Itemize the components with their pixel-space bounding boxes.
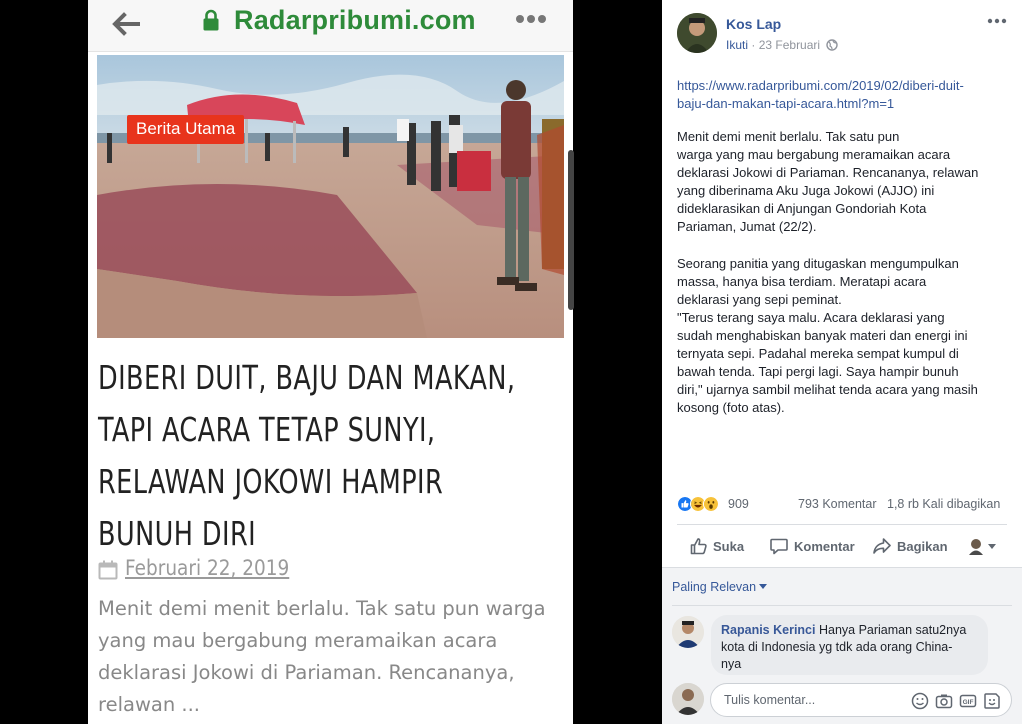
author-avatar[interactable] [677,13,717,53]
post-text-line: warga yang mau bergabung meramaikan acar… [677,147,951,162]
calendar-icon [98,560,118,580]
caret-down-icon [759,584,768,589]
post-text-line: yang diberinama Aku Juga Jokowi (AJJO) i… [677,183,935,198]
post-text-line: massa, hanya bisa terdiam. Meratapi acar… [677,274,927,289]
article-hero-image: Berita Utama [97,55,564,338]
post-text-line: kosong (foto atas). [677,400,785,415]
article-headline: DIBERI DUIT, BAJU DAN MAKAN, TAPI ACARA … [98,355,516,563]
post-text-line: deklarasi yang sepi peminat. [677,292,842,307]
site-name: Radarpribumi.com [234,5,476,35]
comment-input-placeholder: Tulis komentar... [724,693,816,707]
comment-input[interactable]: Tulis komentar... GIF [710,683,1012,717]
post-text-line: bawah tenda. Tapi pergi lagi. Saya hampi… [677,364,959,379]
gif-icon[interactable]: GIF [959,692,977,710]
comment-sort-dropdown[interactable]: Paling Relevan [672,580,768,594]
post-paragraph-2: Seorang panitia yang ditugaskan mengumpu… [677,255,1007,417]
excerpt-line: relawan ... [98,693,201,716]
post-text-line: Menit demi menit berlalu. Tak satu pun [677,129,900,144]
camera-icon[interactable] [935,692,953,710]
comment-sort-label: Paling Relevan [672,580,757,594]
commenter-avatar[interactable] [672,616,704,648]
post-text-line: sudah menghabiskan banyak materi dan ene… [677,328,968,343]
globe-icon [826,39,839,51]
comment-bubble: Rapanis Kerinci Hanya Pariaman satu2nya … [711,615,988,675]
article-excerpt: Menit demi menit berlalu. Tak satu pun w… [98,593,568,721]
reaction-actor-selector[interactable] [967,536,1003,558]
divider [677,524,1007,525]
post-text-line: dideklarasikan di Anjungan Gondoriah Kot… [677,201,927,216]
post-photo[interactable]: Radarpribumi.com Berita Utama DIBERI DUI… [88,0,573,724]
comment-label: Komentar [794,539,855,554]
headline-line: RELAWAN JOKOWI HAMPIR [98,462,444,501]
post-text-line: deklarasi Jokowi di Pariaman. Rencananya… [677,165,979,180]
post-text-line: diri," ujarnya sambil melihat tenda acar… [677,382,978,397]
meta-separator: · [751,38,759,52]
svg-text:GIF: GIF [963,699,974,706]
photo-viewer-gutter [574,0,662,724]
hero-photo [97,55,564,338]
like-label: Suka [713,539,745,554]
post-date[interactable]: 23 Februari [759,38,820,52]
share-icon [873,538,891,554]
wow-reaction-icon [703,496,719,512]
back-arrow-icon[interactable] [108,6,144,42]
headline-line: TAPI ACARA TETAP SUNYI, [98,410,436,449]
category-badge: Berita Utama [127,115,245,144]
post-link[interactable]: https://www.radarpribumi.com/2019/02/dib… [677,77,1007,113]
profile-switch-icon [969,539,996,555]
divider [672,605,1012,606]
share-count[interactable]: 1,8 rb Kali dibagikan [887,497,1000,511]
post-link-line[interactable]: https://www.radarpribumi.com/2019/02/dib… [677,77,1007,95]
post-text-line: ternyata sepi. Padahal mereka sempat kum… [677,346,959,361]
article-date[interactable]: Februari 22, 2019 [125,556,289,580]
comments-section: Paling Relevan Rapanis Kerinci Hanya Par… [662,567,1022,724]
post-text-line: "Terus terang saya malu. Acara deklarasi… [677,310,945,325]
post-text-line: Pariaman, Jumat (22/2). [677,219,817,234]
comment-icon [770,538,788,555]
post-text-line: Seorang panitia yang ditugaskan mengumpu… [677,256,959,271]
emoji-icon[interactable] [911,692,929,710]
sticker-icon[interactable] [983,692,1001,710]
comment-count[interactable]: 793 Komentar [798,497,877,511]
excerpt-line: yang mau bergabung meramaikan acara [98,629,498,652]
comment-author[interactable]: Rapanis Kerinci [721,623,815,637]
post-meta: Ikuti · 23 Februari [726,38,839,52]
comment-text-line: nya [721,657,742,671]
thumbs-up-icon [690,538,707,555]
follow-link[interactable]: Ikuti [726,38,748,52]
current-user-avatar [672,683,704,715]
comment-text-line: Hanya Pariaman satu2nya [818,623,967,637]
image-scrollbar[interactable] [568,150,574,310]
post-link-line[interactable]: baju-dan-makan-tapi-acara.html?m=1 [677,95,1007,113]
author-name[interactable]: Kos Lap [726,16,781,32]
headline-line: DIBERI DUIT, BAJU DAN MAKAN, [98,358,516,397]
excerpt-line: Menit demi menit berlalu. Tak satu pun w… [98,597,546,620]
excerpt-line: deklarasi Jokowi di Pariaman. Rencananya… [98,661,515,684]
more-horiz-icon[interactable] [986,14,1008,28]
screenshot-canvas: Radarpribumi.com Berita Utama DIBERI DUI… [0,0,1022,724]
post-paragraph-1: Menit demi menit berlalu. Tak satu pun w… [677,128,1007,236]
share-label: Bagikan [897,539,948,554]
browser-bar: Radarpribumi.com [88,0,573,52]
comment-text-line: kota di Indonesia yg tdk ada orang China… [721,640,953,654]
post-side-panel: Kos Lap Ikuti · 23 Februari https://www.… [662,0,1022,724]
reaction-count[interactable]: 909 [728,497,749,511]
lock-icon [203,9,219,31]
more-vert-icon[interactable] [516,10,550,28]
